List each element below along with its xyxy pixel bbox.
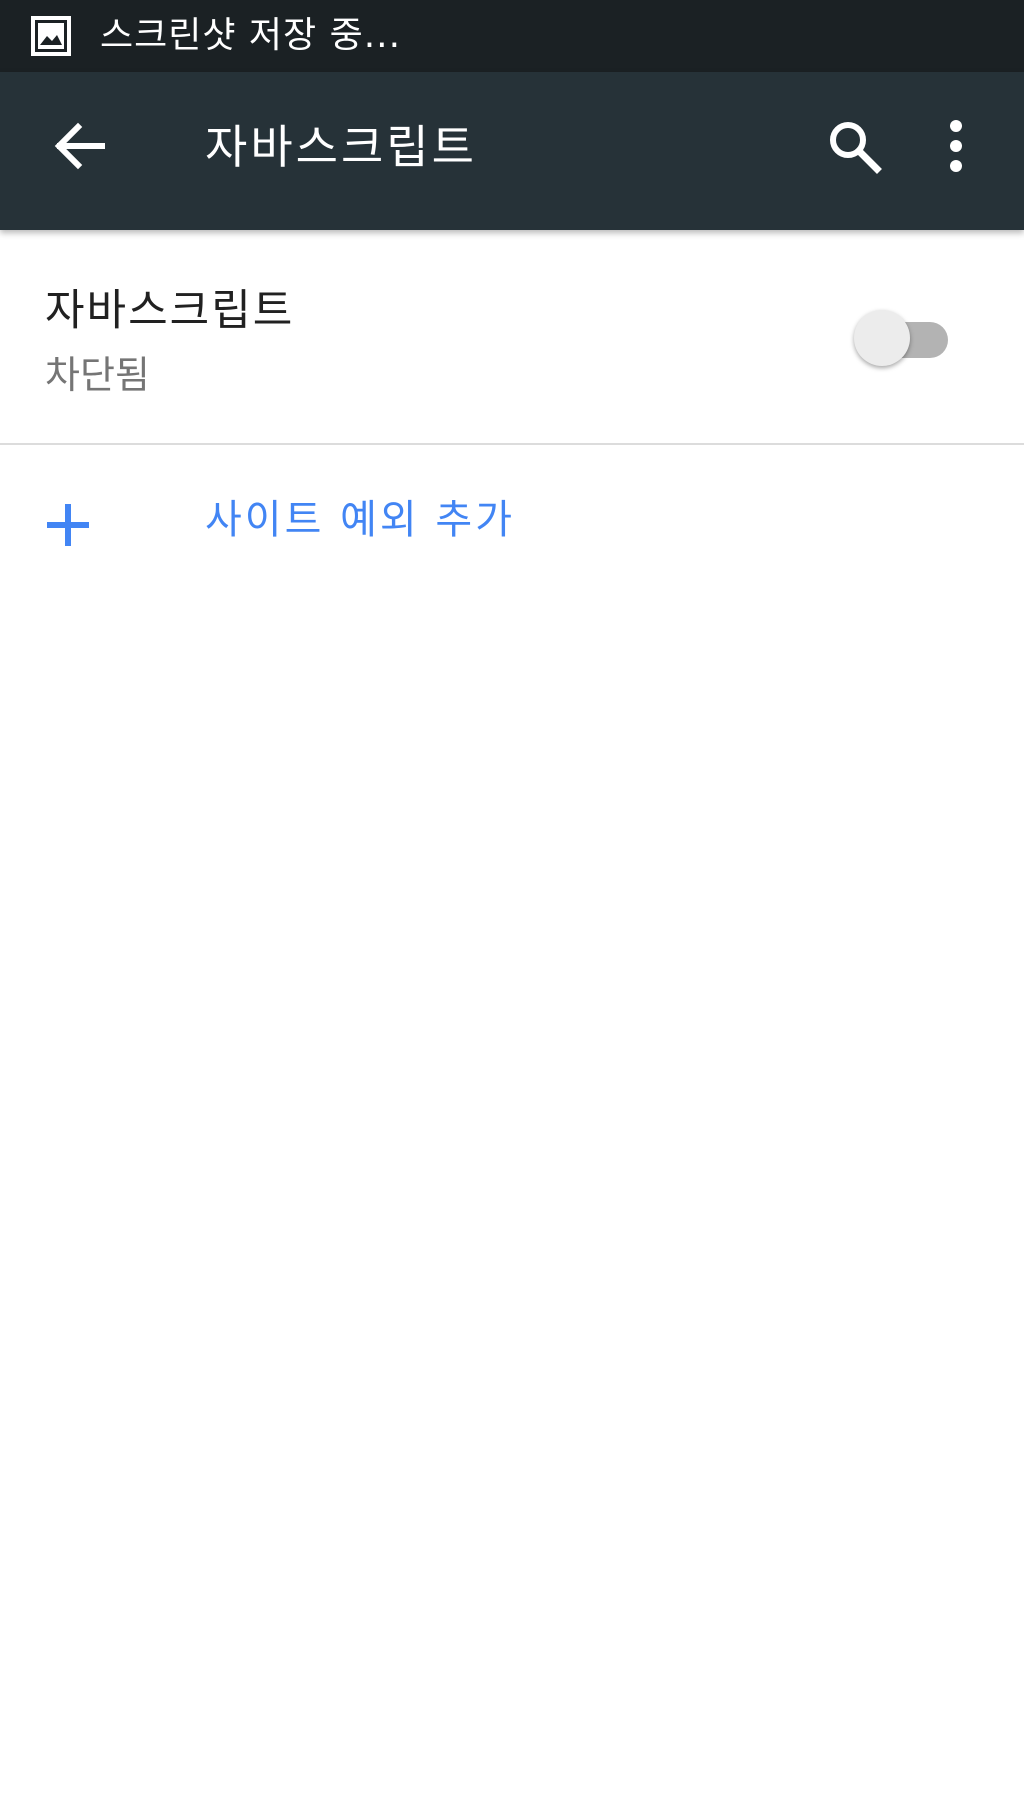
add-site-exception-label: 사이트 예외 추가 — [205, 497, 516, 543]
plus-icon — [45, 502, 91, 548]
image-icon — [31, 16, 71, 56]
search-icon — [826, 118, 882, 178]
setting-summary: 차단됨 — [45, 353, 150, 397]
back-button[interactable] — [44, 108, 116, 188]
search-button[interactable] — [814, 108, 894, 188]
more-vert-icon — [948, 120, 964, 176]
javascript-setting-row[interactable]: 자바스크립트 차단됨 — [0, 230, 1024, 445]
status-bar: 스크린샷 저장 중... — [0, 0, 1024, 72]
status-notification-text: 스크린샷 저장 중... — [100, 15, 402, 56]
page-title: 자바스크립트 — [205, 120, 477, 174]
add-site-exception-button[interactable]: 사이트 예외 추가 — [0, 445, 1024, 597]
toggle-thumb — [854, 310, 910, 366]
more-options-button[interactable] — [926, 108, 986, 188]
javascript-toggle[interactable] — [854, 310, 948, 370]
setting-title: 자바스크립트 — [45, 286, 295, 336]
arrow-back-icon — [54, 122, 106, 174]
app-bar: 자바스크립트 — [0, 72, 1024, 230]
